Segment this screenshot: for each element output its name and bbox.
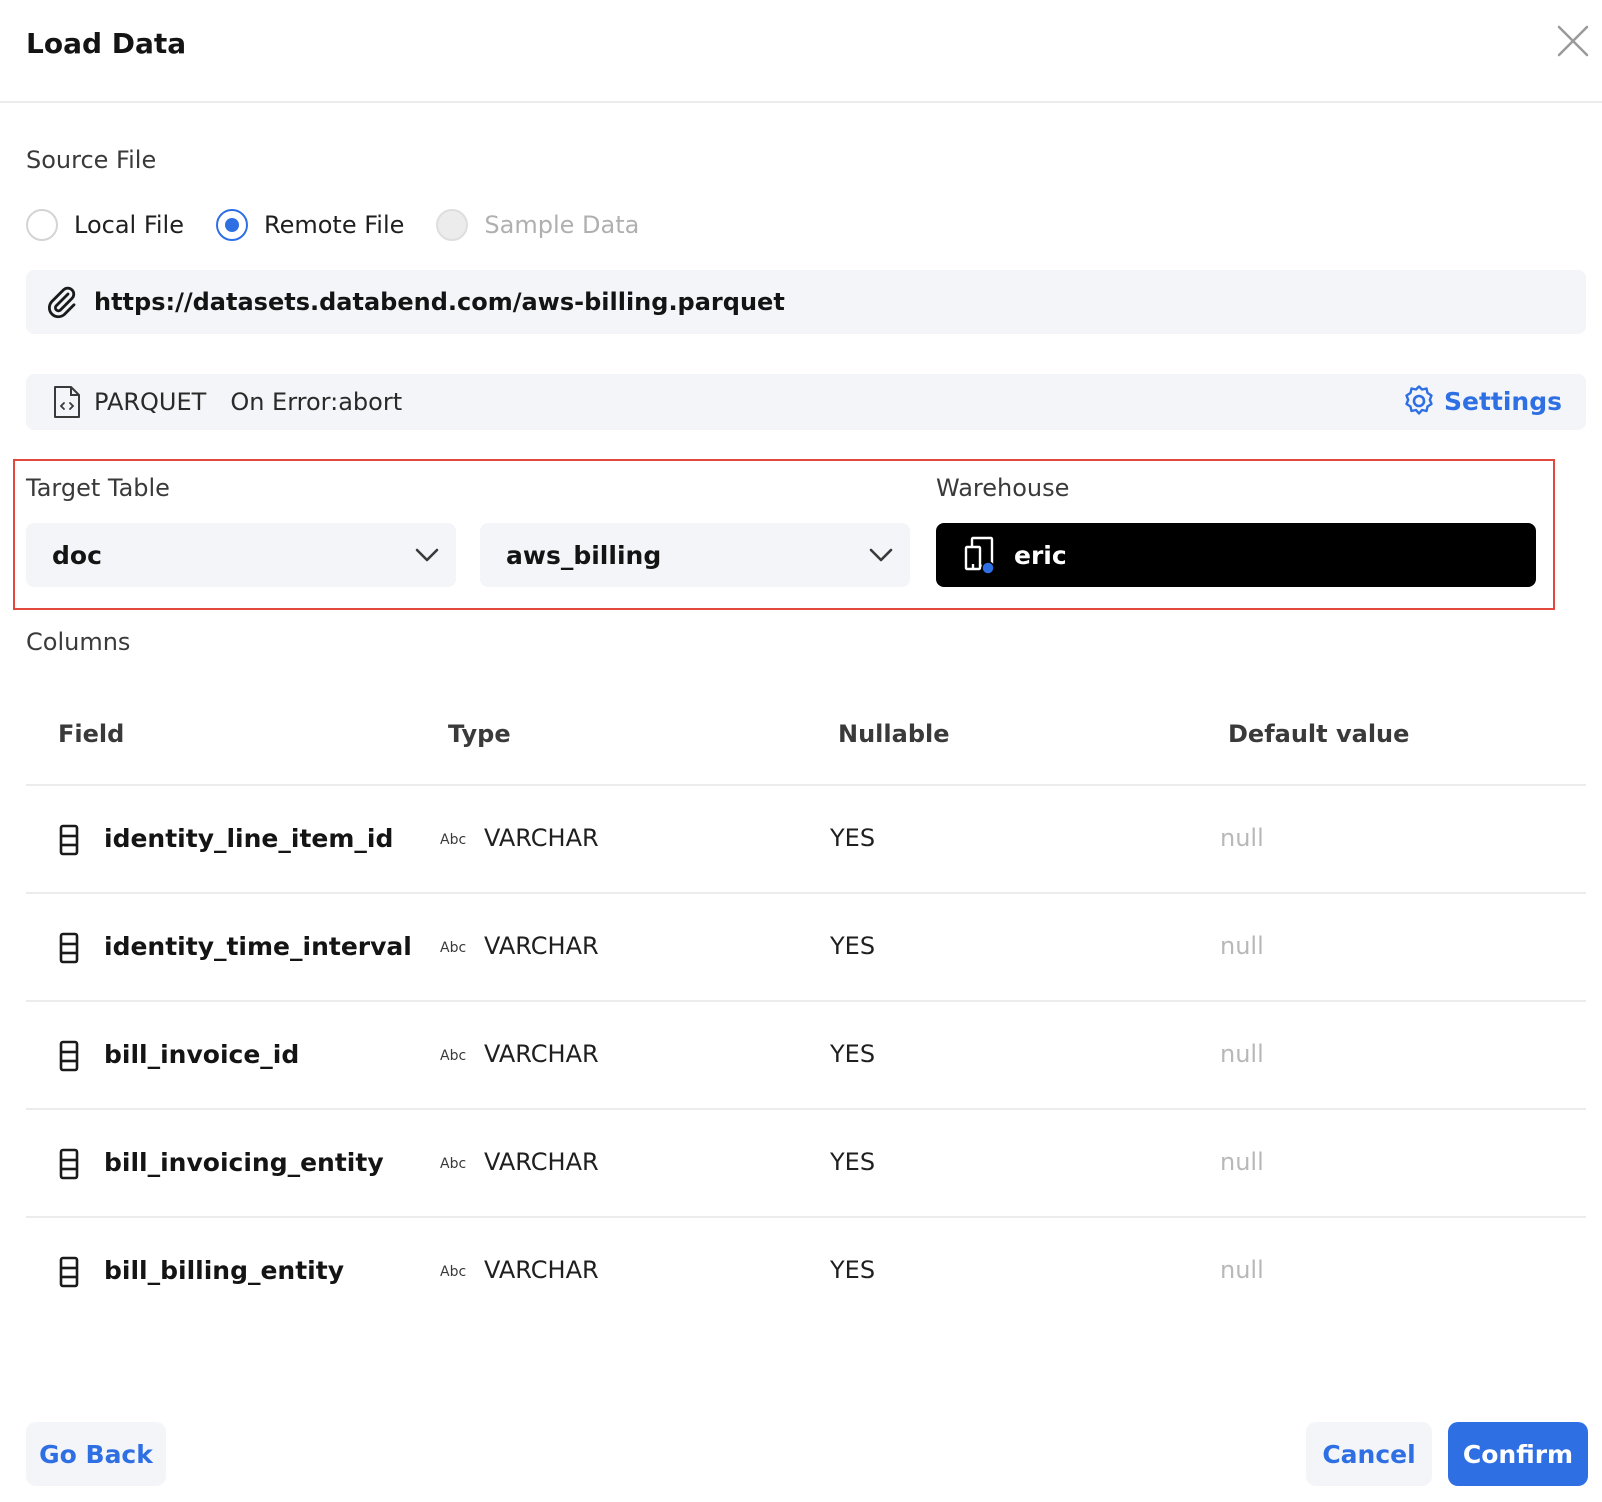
- warehouse-name: eric: [1014, 540, 1067, 570]
- remote-url-value: https://datasets.databend.com/aws-billin…: [94, 288, 785, 316]
- radio-circle: [26, 209, 58, 241]
- source-radio-group: Local File Remote File Sample Data: [26, 208, 671, 242]
- columns-table: Field Type Nullable Default value identi…: [26, 680, 1586, 1326]
- chevron-down-icon: [869, 548, 893, 562]
- column-nullable: YES: [830, 1256, 876, 1284]
- column-type: VARCHAR: [484, 824, 599, 852]
- radio-circle: [436, 209, 469, 241]
- radio-label: Remote File: [264, 211, 405, 239]
- close-icon[interactable]: [1556, 24, 1590, 58]
- header-nullable: Nullable: [838, 720, 950, 748]
- table-select[interactable]: aws_billing: [480, 523, 910, 587]
- column-icon: [59, 932, 79, 964]
- table-header: Field Type Nullable Default value: [26, 680, 1586, 786]
- column-default-value: null: [1220, 1256, 1264, 1284]
- column-type: VARCHAR: [484, 1256, 599, 1284]
- type-badge: Abc: [440, 1156, 467, 1172]
- radio-remote-file[interactable]: Remote File: [216, 209, 404, 241]
- type-badge: Abc: [440, 832, 467, 848]
- radio-local-file[interactable]: Local File: [26, 209, 184, 241]
- column-nullable: YES: [830, 824, 876, 852]
- on-error-policy: On Error:abort: [230, 388, 403, 416]
- column-type: VARCHAR: [484, 1040, 599, 1068]
- column-default-value: null: [1220, 1040, 1264, 1068]
- type-badge: Abc: [440, 1048, 467, 1064]
- radio-sample-data[interactable]: Sample Data: [436, 209, 639, 241]
- column-type: VARCHAR: [484, 932, 599, 960]
- gear-icon: [1405, 385, 1433, 415]
- column-icon: [59, 1040, 79, 1072]
- column-default-value: null: [1220, 932, 1264, 960]
- table-row: bill_invoice_id Abc VARCHAR YES null: [26, 1002, 1586, 1110]
- warehouse-icon: [964, 536, 995, 575]
- column-icon: [59, 824, 79, 856]
- file-format-type: PARQUET: [94, 388, 207, 416]
- file-format-bar: PARQUET On Error:abort Settings: [26, 374, 1586, 430]
- settings-label: Settings: [1443, 386, 1562, 416]
- column-default-value: null: [1220, 1148, 1264, 1176]
- column-field-name: bill_invoicing_entity: [104, 1148, 384, 1177]
- chevron-down-icon: [415, 548, 439, 562]
- column-icon: [59, 1148, 79, 1180]
- header-field: Field: [58, 720, 125, 748]
- column-default-value: null: [1220, 824, 1264, 852]
- column-nullable: YES: [830, 1148, 876, 1176]
- remote-url-field[interactable]: https://datasets.databend.com/aws-billin…: [26, 270, 1586, 334]
- header-default-value: Default value: [1228, 720, 1410, 748]
- column-field-name: bill_invoice_id: [104, 1040, 300, 1069]
- table-row: identity_time_interval Abc VARCHAR YES n…: [26, 894, 1586, 1002]
- type-badge: Abc: [440, 1264, 467, 1280]
- column-field-name: identity_time_interval: [104, 932, 412, 961]
- table-row: identity_line_item_id Abc VARCHAR YES nu…: [26, 786, 1586, 894]
- confirm-button[interactable]: Confirm: [1448, 1422, 1588, 1486]
- column-field-name: bill_billing_entity: [104, 1256, 344, 1285]
- column-nullable: YES: [830, 1040, 876, 1068]
- table-row: bill_billing_entity Abc VARCHAR YES null: [26, 1218, 1586, 1326]
- database-select-value: doc: [52, 540, 102, 570]
- type-badge: Abc: [440, 940, 467, 956]
- table-row: bill_invoicing_entity Abc VARCHAR YES nu…: [26, 1110, 1586, 1218]
- radio-label: Local File: [74, 211, 184, 239]
- header-type: Type: [448, 720, 511, 748]
- column-type: VARCHAR: [484, 1148, 599, 1176]
- warehouse-select[interactable]: eric: [936, 523, 1536, 587]
- target-table-label: Target Table: [26, 474, 170, 502]
- column-nullable: YES: [830, 932, 876, 960]
- code-file-icon: [54, 386, 80, 418]
- source-file-label: Source File: [26, 146, 157, 174]
- settings-button[interactable]: Settings: [1402, 384, 1562, 418]
- paperclip-icon: [48, 286, 76, 319]
- warehouse-label: Warehouse: [936, 474, 1070, 502]
- column-field-name: identity_line_item_id: [104, 824, 394, 853]
- dialog-header: Load Data: [0, 0, 1602, 103]
- dialog-title: Load Data: [26, 27, 187, 60]
- columns-label: Columns: [26, 628, 131, 656]
- column-icon: [59, 1256, 79, 1288]
- radio-circle: [216, 209, 248, 241]
- go-back-button[interactable]: Go Back: [26, 1422, 166, 1486]
- cancel-button[interactable]: Cancel: [1306, 1422, 1432, 1486]
- radio-label: Sample Data: [484, 211, 640, 239]
- database-select[interactable]: doc: [26, 523, 456, 587]
- table-select-value: aws_billing: [506, 540, 662, 570]
